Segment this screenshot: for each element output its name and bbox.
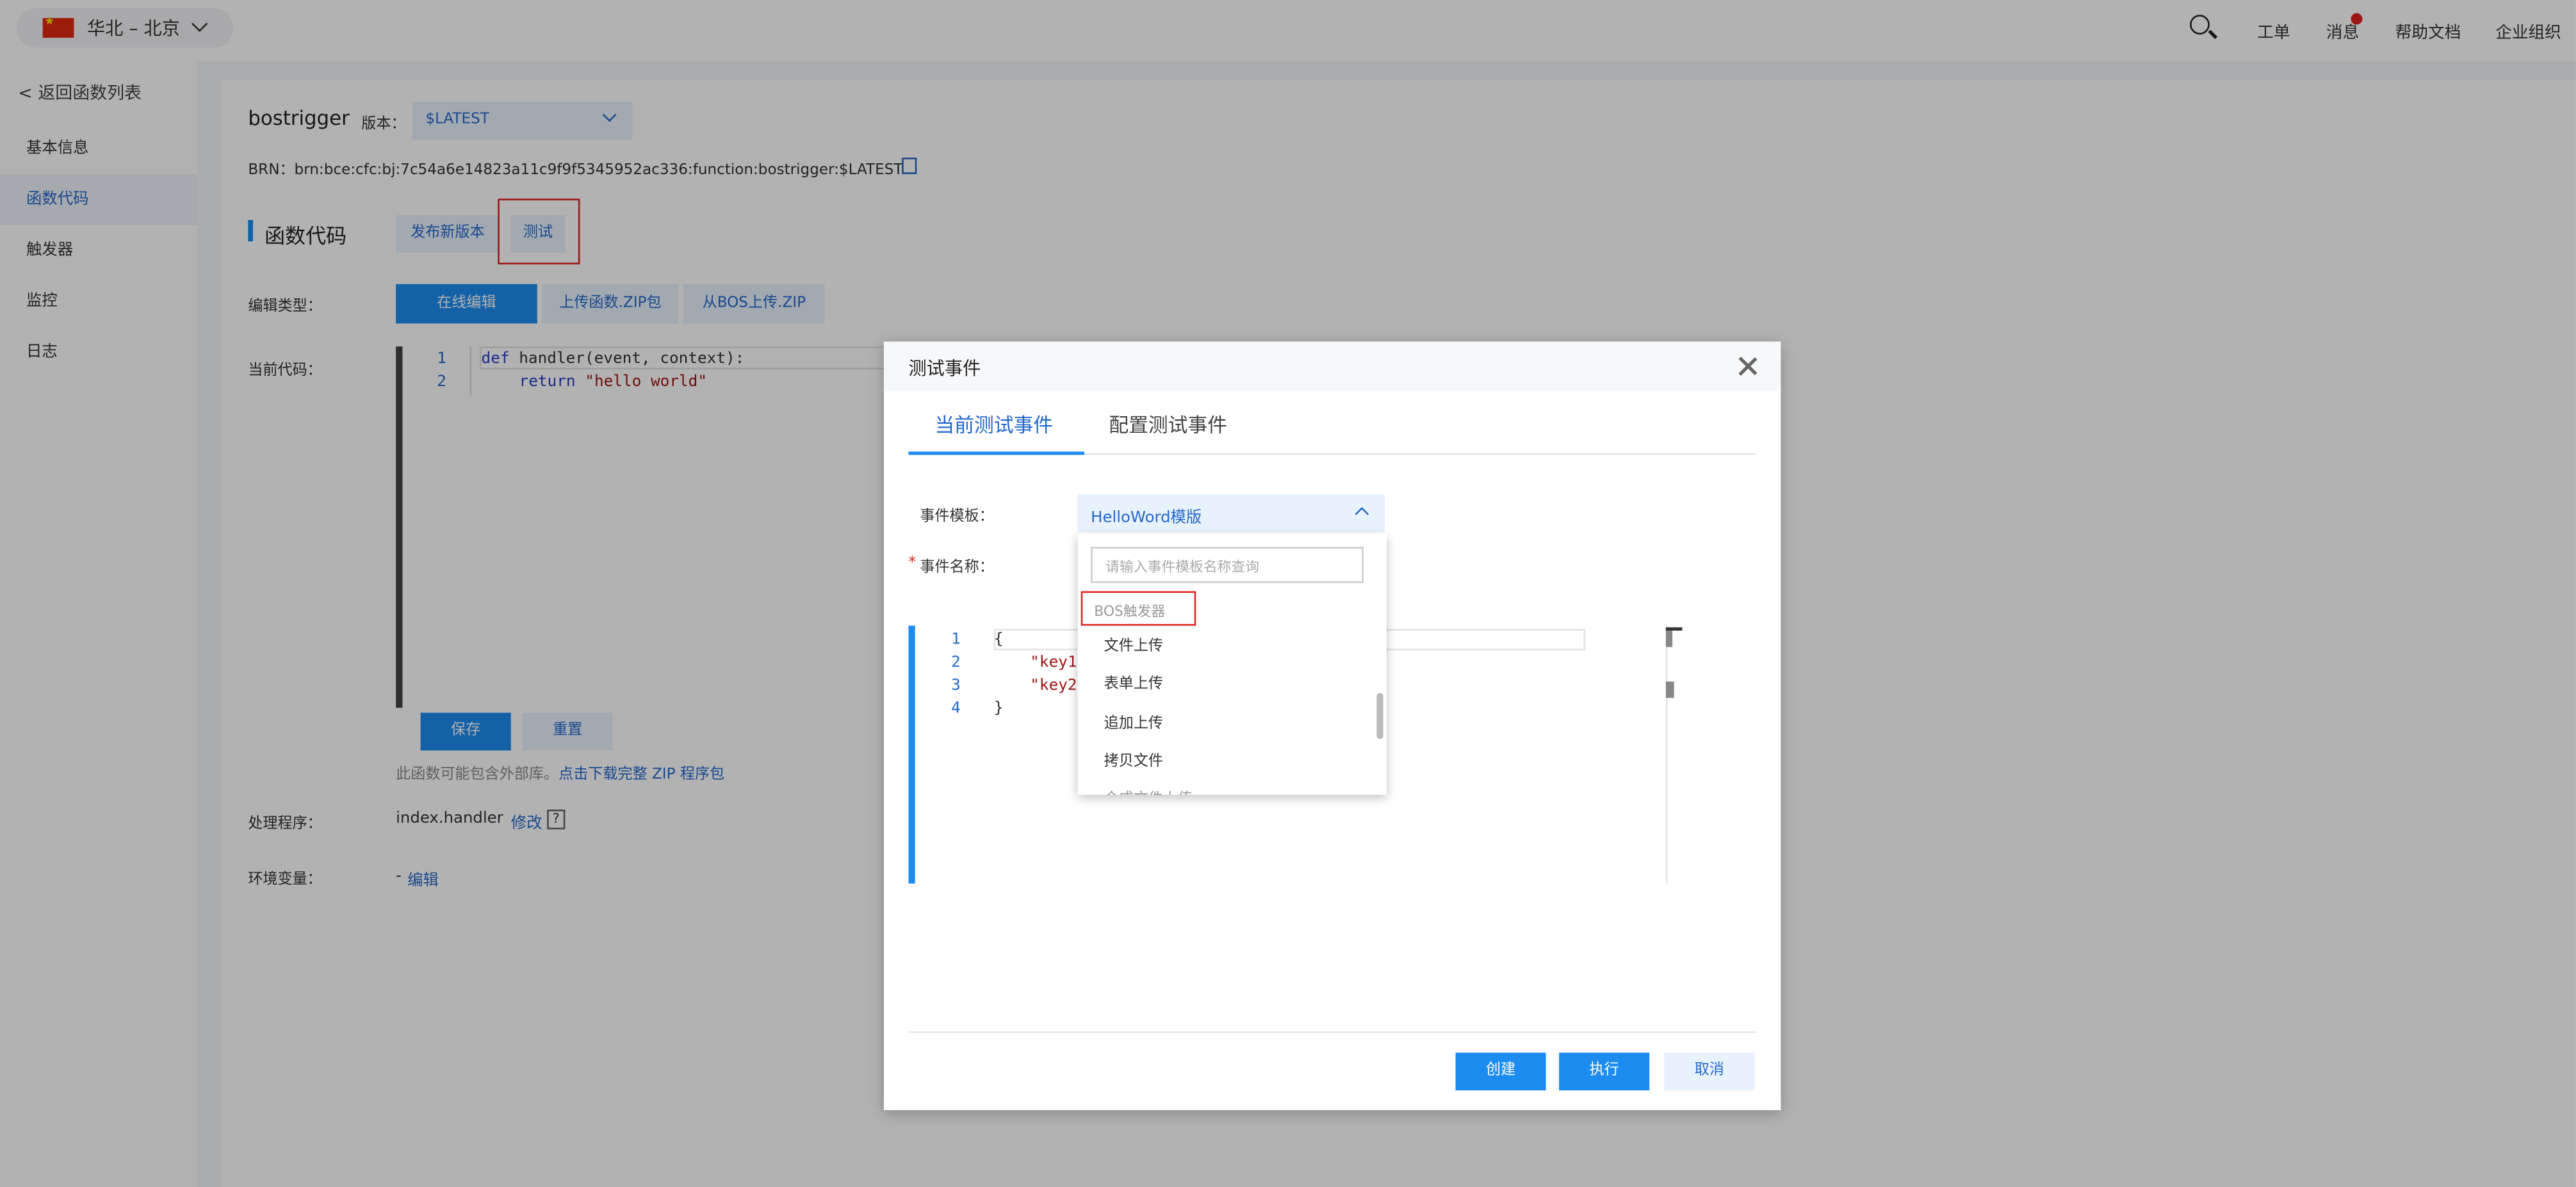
footer-divider (908, 1031, 1756, 1033)
dropdown-scrollbar[interactable] (1376, 693, 1383, 739)
chevron-up-icon (1355, 506, 1369, 521)
screen: 华北 – 北京 工单 消息 帮助文档 企业组织 < 返回函数列表 基本信息 函数… (0, 0, 2576, 1187)
json-close-brace: } (993, 699, 1004, 718)
search-placeholder: 请输入事件模板名称查询 (1105, 560, 1260, 577)
tab-current-test-event[interactable]: 当前测试事件 (934, 410, 1053, 439)
required-mark: * (908, 554, 916, 572)
json-open-brace: { (993, 630, 1004, 649)
event-template-value: HelloWord模版 (1091, 509, 1202, 528)
template-search-input[interactable]: 请输入事件模板名称查询 (1091, 547, 1364, 583)
close-icon[interactable] (1738, 357, 1758, 376)
highlight-box (1080, 591, 1196, 626)
option-copy-file[interactable]: 拷贝文件 (1104, 749, 1163, 770)
option-form-upload[interactable]: 表单上传 (1104, 672, 1163, 693)
test-event-dialog: 测试事件 当前测试事件 配置测试事件 事件模板： HelloWord模版 * 事… (883, 341, 1781, 1110)
tab-configure-test-event[interactable]: 配置测试事件 (1109, 410, 1227, 439)
minimap-marker (1665, 630, 1673, 647)
active-tab-indicator (908, 451, 1084, 455)
line-number: 4 (951, 699, 961, 718)
minimap-marker (1665, 681, 1674, 698)
line-number: 1 (951, 630, 961, 649)
event-template-label: 事件模板： (920, 509, 994, 526)
cancel-button[interactable]: 取消 (1664, 1053, 1755, 1091)
dialog-header: 测试事件 (883, 341, 1781, 391)
line-number: 3 (951, 676, 961, 695)
event-name-label: 事件名称： (920, 560, 994, 577)
event-template-select[interactable]: HelloWord模版 (1077, 494, 1385, 533)
create-button[interactable]: 创建 (1455, 1053, 1546, 1091)
execute-button[interactable]: 执行 (1559, 1053, 1650, 1091)
json-key: "key1 (1030, 653, 1077, 672)
line-number: 2 (951, 653, 961, 672)
option-compose-upload[interactable]: 合成文件上传 (1104, 787, 1193, 795)
dialog-title: 测试事件 (908, 358, 981, 380)
option-file-upload[interactable]: 文件上传 (1104, 634, 1163, 656)
editor-minimap[interactable] (1665, 626, 1683, 884)
json-key: "key2 (1030, 676, 1077, 695)
event-template-dropdown: 请输入事件模板名称查询 BOS触发器 文件上传 表单上传 追加上传 拷贝文件 合… (1077, 533, 1387, 795)
option-append-upload[interactable]: 追加上传 (1104, 711, 1163, 732)
